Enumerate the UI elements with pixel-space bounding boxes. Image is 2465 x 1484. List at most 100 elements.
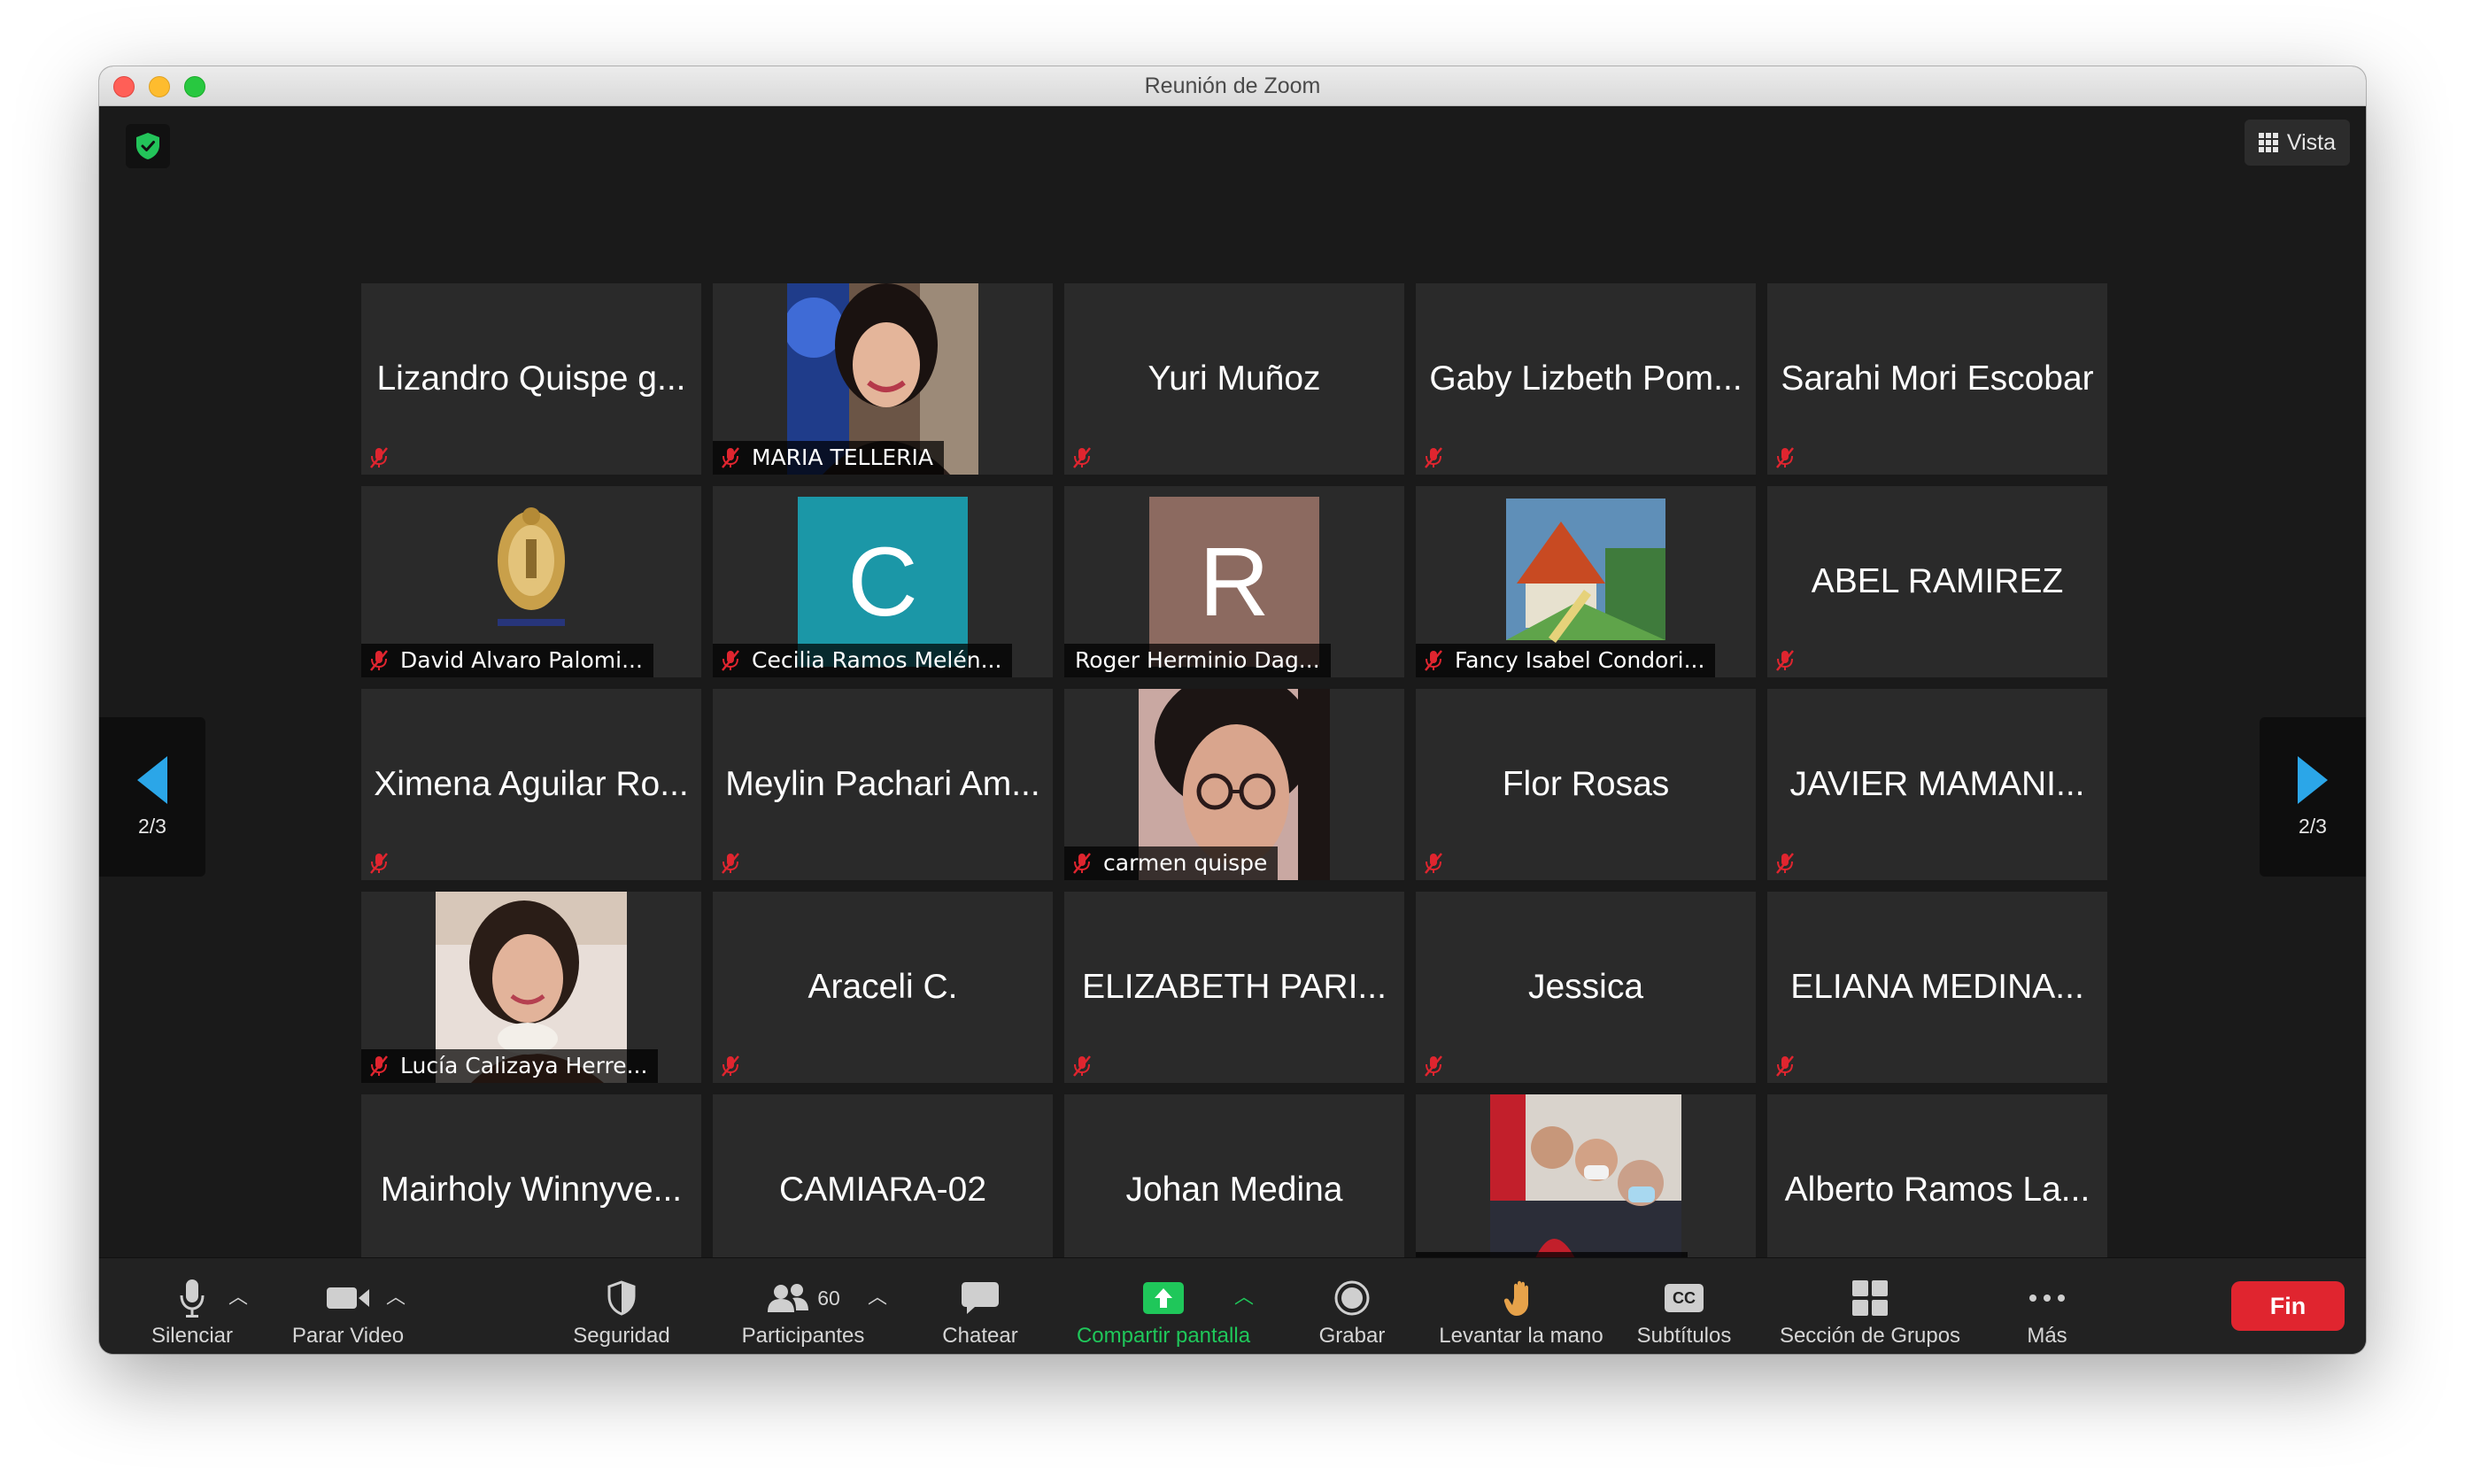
raise-hand-label: Levantar la mano	[1439, 1324, 1603, 1348]
chat-label: Chatear	[942, 1324, 1018, 1348]
participant-tile[interactable]: ELIZABETH PARI...	[1064, 892, 1404, 1083]
muted-microphone-icon	[718, 445, 743, 470]
share-screen-arrow-icon	[1142, 1276, 1185, 1320]
participant-name: Lizandro Quispe g...	[376, 359, 686, 398]
participant-name-label: Lucía Calizaya Herre...	[361, 1049, 659, 1083]
participant-name: Araceli C.	[808, 968, 958, 1006]
participant-name-label: MARIA TELLERIA	[713, 441, 945, 475]
muted-microphone-icon	[1773, 851, 1797, 876]
participant-tile[interactable]: MARIA TELLERIA	[713, 283, 1053, 475]
participant-tile[interactable]: Jessica	[1416, 892, 1756, 1083]
muted-microphone-icon	[1421, 648, 1446, 673]
participant-tile[interactable]: Lucía Calizaya Herre...	[361, 892, 701, 1083]
closed-captions-icon: CC	[1665, 1276, 1704, 1320]
captions-label: Subtítulos	[1636, 1324, 1732, 1348]
participant-tile[interactable]: Sarahi Mori Escobar	[1767, 283, 2107, 475]
muted-microphone-icon	[367, 851, 391, 876]
participant-tile[interactable]: C Cecilia Ramos Melén...	[713, 486, 1053, 677]
muted-microphone-icon	[718, 648, 743, 673]
participant-tile[interactable]: carmen quispe	[1064, 689, 1404, 880]
muted-microphone-icon	[1070, 445, 1094, 470]
participant-name: Flor Rosas	[1502, 765, 1670, 803]
participants-icon: 60	[766, 1276, 840, 1320]
view-button[interactable]: Vista	[2244, 120, 2350, 166]
avatar-initial: R	[1149, 497, 1319, 667]
captions-button[interactable]: CC Subtítulos	[1622, 1267, 1746, 1349]
participant-name-label: David Alvaro Palomi...	[361, 644, 653, 677]
muted-microphone-icon	[1070, 1054, 1094, 1078]
muted-microphone-icon	[1773, 1054, 1797, 1078]
participant-tile[interactable]: Yuri Muñoz	[1064, 283, 1404, 475]
record-label: Grabar	[1318, 1324, 1386, 1348]
next-page-button[interactable]: 2/3	[2260, 717, 2366, 877]
muted-microphone-icon	[718, 1054, 743, 1078]
participant-name: Yuri Muñoz	[1148, 359, 1321, 398]
participant-tile[interactable]: Meylin Pachari Am...	[713, 689, 1053, 880]
participant-name: Gaby Lizbeth Pom...	[1429, 359, 1742, 398]
participant-tile[interactable]: Lizandro Quispe g...	[361, 283, 701, 475]
muted-microphone-icon	[1421, 851, 1446, 876]
muted-microphone-icon	[1773, 445, 1797, 470]
muted-microphone-icon	[367, 445, 391, 470]
participants-button[interactable]: 60 Participantes	[719, 1267, 887, 1349]
participant-name: Sarahi Mori Escobar	[1781, 359, 2094, 398]
end-meeting-button[interactable]: Fin	[2231, 1281, 2345, 1331]
stop-video-label: Parar Video	[291, 1324, 405, 1348]
participant-tile[interactable]: Ximena Aguilar Ro...	[361, 689, 701, 880]
record-icon	[1333, 1276, 1371, 1320]
meeting-toolbar: Silenciar ︿ Parar Video ︿ Seguridad 60 P…	[99, 1257, 2366, 1354]
video-camera-icon	[326, 1276, 370, 1320]
participant-name: JAVIER MAMANI...	[1789, 765, 2085, 803]
participant-tile[interactable]: ABEL RAMIREZ	[1767, 486, 2107, 677]
share-options-chevron-up-icon[interactable]: ︿	[1234, 1281, 1254, 1310]
participant-tile[interactable]: Gaby Lizbeth Pom...	[1416, 283, 1756, 475]
security-shield-outline-icon	[607, 1276, 637, 1320]
security-button[interactable]: Seguridad	[552, 1267, 691, 1349]
share-screen-label: Compartir pantalla	[1076, 1324, 1251, 1348]
breakout-rooms-button[interactable]: Sección de Grupos	[1755, 1267, 1985, 1349]
participant-name-label: Cecilia Ramos Melén...	[713, 644, 1013, 677]
chat-button[interactable]: Chatear	[923, 1267, 1038, 1349]
mute-label: Silenciar	[151, 1324, 234, 1348]
participant-tile[interactable]: Araceli C.	[713, 892, 1053, 1083]
raise-hand-button[interactable]: Levantar la mano	[1424, 1267, 1619, 1349]
breakout-rooms-grid-icon	[1851, 1276, 1889, 1320]
more-label: Más	[2027, 1324, 2067, 1348]
microphone-icon	[179, 1276, 205, 1320]
participants-label: Participantes	[741, 1324, 865, 1348]
muted-microphone-icon	[367, 1054, 391, 1078]
participant-tile[interactable]: Fancy Isabel Condori...	[1416, 486, 1756, 677]
more-dots-icon	[2028, 1276, 2066, 1320]
participant-name: Jessica	[1527, 968, 1644, 1006]
grid-view-icon	[2258, 133, 2278, 152]
participants-count: 60	[817, 1286, 840, 1310]
muted-microphone-icon	[1773, 648, 1797, 673]
mute-options-chevron-up-icon[interactable]: ︿	[228, 1281, 248, 1310]
participants-options-chevron-up-icon[interactable]: ︿	[868, 1281, 887, 1310]
record-button[interactable]: Grabar	[1294, 1267, 1410, 1349]
participant-tile[interactable]: JAVIER MAMANI...	[1767, 689, 2107, 880]
video-options-chevron-up-icon[interactable]: ︿	[386, 1281, 406, 1310]
page-indicator-right: 2/3	[2299, 814, 2327, 838]
raised-hand-icon	[1503, 1276, 1539, 1320]
more-button[interactable]: Más	[2003, 1267, 2091, 1349]
page-indicator-left: 2/3	[138, 814, 166, 838]
participant-name: Meylin Pachari Am...	[725, 765, 1040, 803]
muted-microphone-icon	[1421, 1054, 1446, 1078]
breakout-rooms-label: Sección de Grupos	[1779, 1324, 1961, 1348]
muted-microphone-icon	[1421, 445, 1446, 470]
participant-name: ELIZABETH PARI...	[1082, 968, 1387, 1006]
meeting-area: Vista 2/3 2/3 Lizandro Quispe g... MARIA …	[99, 106, 2366, 1286]
security-shield-icon[interactable]	[126, 124, 170, 168]
participant-name: ELIANA MEDINA...	[1790, 968, 2084, 1006]
participant-name: ABEL RAMIREZ	[1811, 562, 2064, 600]
muted-microphone-icon	[718, 851, 743, 876]
previous-page-button[interactable]: 2/3	[99, 717, 205, 877]
participant-tile[interactable]: David Alvaro Palomi...	[361, 486, 701, 677]
participant-tile[interactable]: Flor Rosas	[1416, 689, 1756, 880]
muted-microphone-icon	[367, 648, 391, 673]
window-title: Reunión de Zoom	[1144, 73, 1321, 98]
participant-tile[interactable]: R Roger Herminio Dag...	[1064, 486, 1404, 677]
arrow-left-icon	[137, 755, 167, 804]
participant-tile[interactable]: ELIANA MEDINA...	[1767, 892, 2107, 1083]
